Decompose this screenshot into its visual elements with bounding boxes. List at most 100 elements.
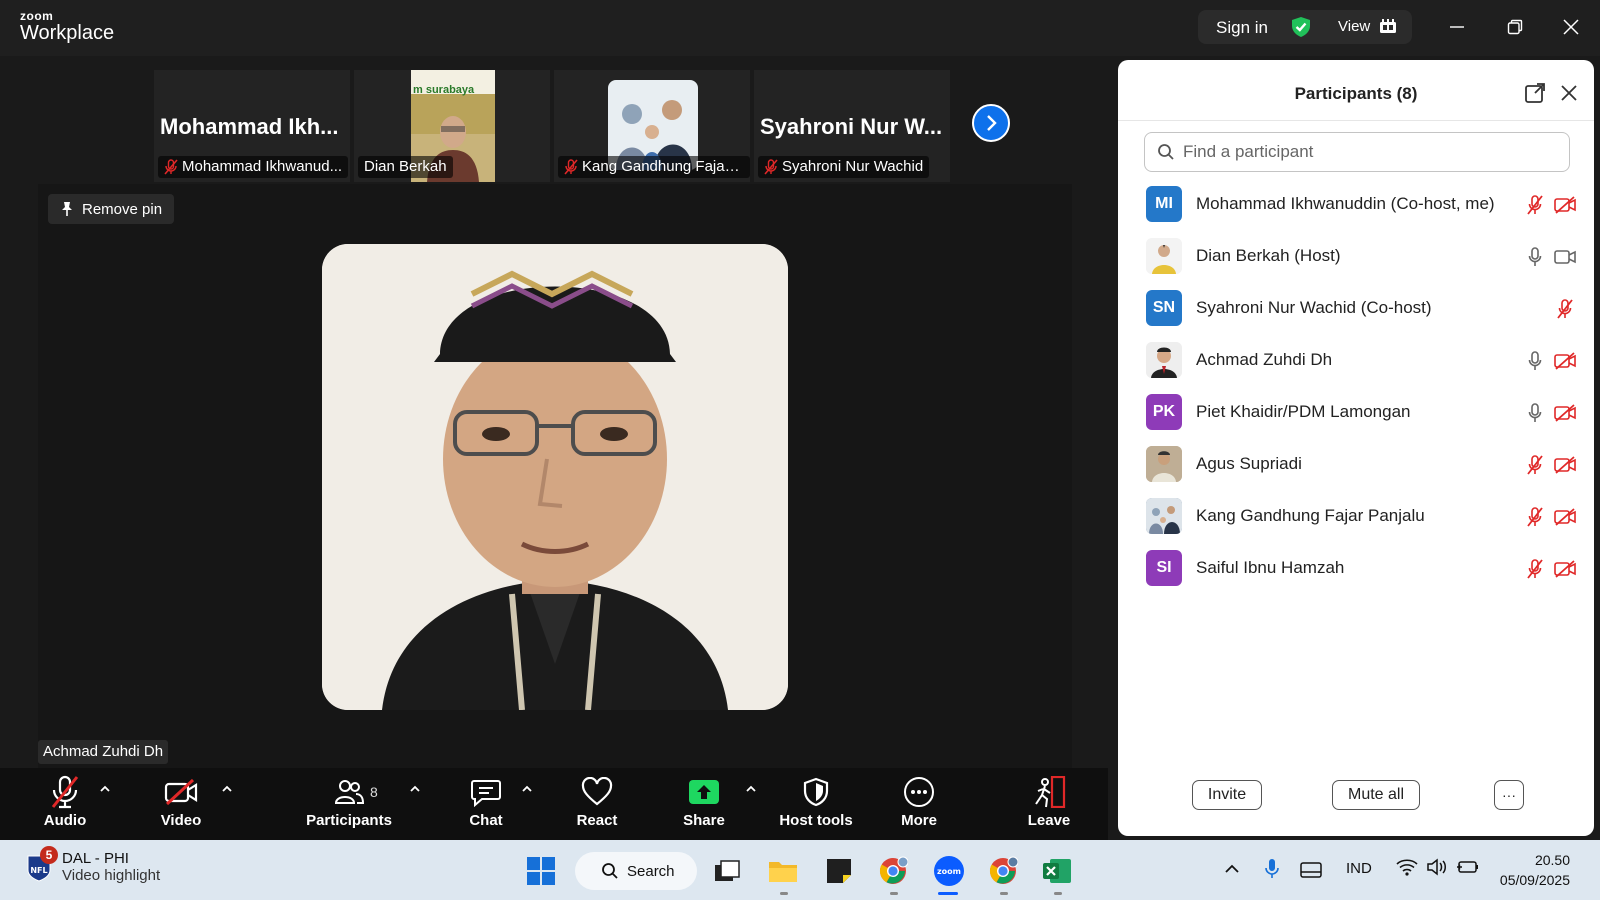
thumbnail-name: Syahroni Nur W... [760, 114, 943, 139]
chat-options-caret-icon[interactable] [520, 782, 534, 796]
participant-row[interactable]: Kang Gandhung Fajar Panjalu [1146, 490, 1576, 542]
participants-options-caret-icon[interactable] [408, 782, 422, 796]
minimize-button[interactable] [1442, 12, 1472, 42]
video-options-caret-icon[interactable] [220, 782, 234, 796]
task-view-button[interactable] [710, 854, 744, 888]
heart-icon [581, 777, 613, 806]
participant-row[interactable]: MI Mohammad Ikhwanuddin (Co-host, me) [1146, 178, 1576, 230]
search-input[interactable] [1183, 142, 1563, 162]
title-bar: zoom Workplace Sign in View [0, 0, 1600, 56]
participant-row[interactable]: Agus Supriadi [1146, 438, 1576, 490]
system-clock[interactable]: 20.50 05/09/2025 [1496, 850, 1570, 890]
video-thumbnail[interactable]: Kang Gandhung Fajar ... [554, 70, 750, 182]
camera-status[interactable] [1554, 506, 1576, 528]
participant-search[interactable] [1144, 132, 1570, 172]
camera-status[interactable] [1554, 246, 1576, 268]
share-options-caret-icon[interactable] [744, 782, 758, 796]
chrome-profile-button[interactable] [986, 854, 1020, 888]
mic-status[interactable] [1524, 350, 1546, 372]
popout-icon[interactable] [1524, 82, 1546, 104]
language-indicator[interactable]: IND [1346, 860, 1372, 877]
meeting-area: Mohammad Ikh... Mohammad Ikhwanud... m s… [0, 56, 1108, 768]
chevron-up-icon[interactable] [1224, 862, 1240, 874]
close-window-button[interactable] [1556, 12, 1586, 42]
restore-button[interactable] [1500, 12, 1530, 42]
more-options-button[interactable]: ··· [1494, 780, 1524, 810]
taskbar-search-label: Search [627, 862, 675, 880]
next-page-button[interactable] [972, 104, 1010, 142]
share-button[interactable]: Share [680, 774, 728, 829]
more-button[interactable]: More [894, 774, 944, 829]
notification-badge: 5 [40, 846, 58, 864]
leave-button[interactable]: Leave [1024, 774, 1074, 829]
active-speaker-label: Achmad Zuhdi Dh [38, 740, 169, 764]
participant-row[interactable]: SN Syahroni Nur Wachid (Co-host) [1146, 282, 1576, 334]
zoom-taskbar-button[interactable]: zoom [932, 854, 966, 888]
avatar [1146, 446, 1182, 482]
excel-button[interactable] [1040, 854, 1074, 888]
participant-row[interactable]: Dian Berkah (Host) [1146, 230, 1576, 282]
volume-icon[interactable] [1426, 858, 1448, 876]
view-button[interactable]: View [1338, 18, 1370, 35]
running-indicator [780, 892, 788, 895]
mute-all-button[interactable]: Mute all [1332, 780, 1420, 810]
mic-status[interactable] [1524, 246, 1546, 268]
participant-row[interactable]: SI Saiful Ibnu Hamzah [1146, 542, 1576, 594]
start-button[interactable] [524, 854, 558, 888]
avatar-initials: PK [1146, 394, 1182, 430]
invite-button[interactable]: Invite [1192, 780, 1262, 810]
running-indicator [890, 892, 898, 895]
panel-footer: Invite Mute all ··· [1118, 780, 1594, 816]
participant-name: Mohammad Ikhwanuddin (Co-host, me) [1196, 194, 1495, 213]
camera-status[interactable] [1554, 194, 1576, 216]
video-thumbnail[interactable]: Syahroni Nur W... Syahroni Nur Wachid [754, 70, 950, 182]
mic-status[interactable] [1524, 558, 1546, 580]
audio-button[interactable]: Audio [40, 774, 90, 829]
camera-status[interactable] [1554, 350, 1576, 372]
video-thumbnail[interactable]: Mohammad Ikh... Mohammad Ikhwanud... [154, 70, 350, 182]
display-icon[interactable] [1300, 862, 1322, 878]
grid-view-icon[interactable] [1380, 19, 1396, 33]
mic-muted-icon [564, 159, 578, 175]
video-thumbnail[interactable]: m surabaya Dian Berkah [354, 70, 550, 182]
avatar-photo [1146, 342, 1182, 378]
sticky-notes-button[interactable] [822, 854, 856, 888]
taskbar-search[interactable]: Search [575, 852, 697, 890]
camera-status[interactable] [1554, 558, 1576, 580]
mic-status[interactable] [1524, 298, 1546, 320]
pin-icon [62, 202, 72, 216]
video-button[interactable]: Video [156, 774, 206, 829]
participant-status-icons [1524, 298, 1576, 320]
mic-status[interactable] [1524, 402, 1546, 424]
wifi-icon[interactable] [1396, 858, 1418, 876]
participants-button[interactable]: Participants [306, 774, 392, 829]
react-button[interactable]: React [572, 774, 622, 829]
microphone-icon[interactable] [1264, 858, 1280, 880]
camera-on-icon [1554, 250, 1576, 264]
close-icon[interactable] [1558, 82, 1580, 104]
security-shield-icon[interactable] [1290, 16, 1312, 38]
camera-status[interactable] [1554, 298, 1576, 320]
host-tools-button[interactable]: Host tools [776, 774, 856, 829]
participant-status-icons [1524, 454, 1576, 476]
participant-status-icons [1524, 350, 1576, 372]
participant-row[interactable]: Achmad Zuhdi Dh [1146, 334, 1576, 386]
camera-status[interactable] [1554, 402, 1576, 424]
mic-status[interactable] [1524, 506, 1546, 528]
news-widget[interactable]: NFL 5 DAL - PHI Video highlight [26, 846, 160, 884]
file-explorer-button[interactable] [766, 854, 800, 888]
mic-status[interactable] [1524, 454, 1546, 476]
zoom-app-icon: zoom [934, 856, 964, 886]
active-app-indicator [938, 892, 958, 895]
participant-name: Dian Berkah (Host) [1196, 246, 1341, 265]
mic-status[interactable] [1524, 194, 1546, 216]
remove-pin-button[interactable]: Remove pin [48, 194, 175, 224]
sign-in-button[interactable]: Sign in [1216, 18, 1268, 38]
participant-row[interactable]: PK Piet Khaidir/PDM Lamongan [1146, 386, 1576, 438]
chat-button[interactable]: Chat [464, 774, 508, 829]
audio-options-caret-icon[interactable] [98, 782, 112, 796]
chrome-button[interactable] [876, 854, 910, 888]
camera-status[interactable] [1554, 454, 1576, 476]
battery-icon[interactable] [1456, 858, 1480, 876]
share-screen-icon [689, 780, 719, 804]
